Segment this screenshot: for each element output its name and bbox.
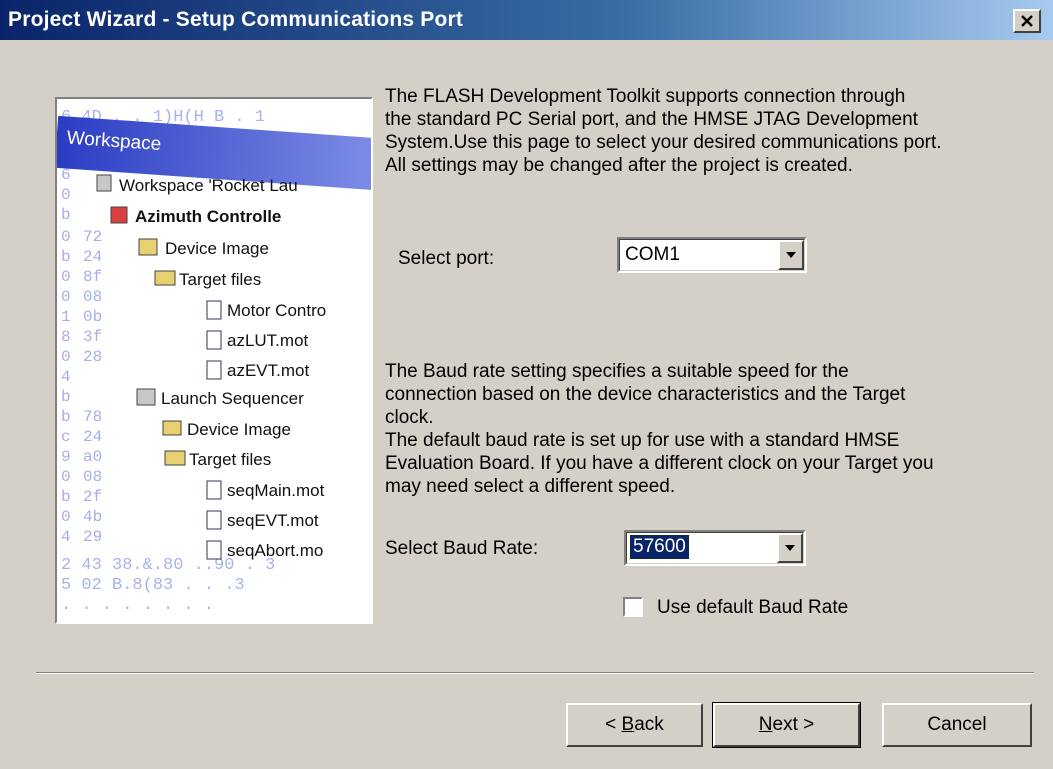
svg-text:9: 9 — [61, 448, 71, 466]
svg-text:29: 29 — [83, 528, 102, 546]
svg-text:0: 0 — [61, 228, 71, 246]
svg-text:0: 0 — [61, 468, 71, 486]
illustration-file2: azLUT.mot — [227, 331, 309, 350]
next-button[interactable]: Next > — [712, 702, 861, 748]
svg-text:b: b — [61, 488, 71, 506]
svg-text:0: 0 — [61, 508, 71, 526]
title-bar[interactable]: Project Wizard - Setup Communications Po… — [0, 0, 1053, 40]
port-select[interactable]: COM1 — [617, 237, 807, 273]
back-button-accesskey: B — [621, 714, 635, 735]
wizard-illustration: 6 4D . . 1)H(H B . 1 2 43 38.&.80 ..90 .… — [55, 97, 373, 624]
select-baud-label: Select Baud Rate: — [385, 538, 539, 559]
back-button-prefix: < — [605, 714, 622, 735]
cancel-button[interactable]: Cancel — [882, 703, 1032, 747]
svg-text:78: 78 — [83, 408, 102, 426]
next-button-label: ext > — [772, 714, 815, 735]
next-button-accesskey: N — [758, 714, 773, 735]
cancel-button-label: Cancel — [927, 714, 987, 735]
svg-text:4: 4 — [61, 528, 71, 546]
default-baud-label[interactable]: Use default Baud Rate — [657, 596, 848, 619]
illustration-file4: seqMain.mot — [227, 481, 325, 500]
illustration-root: Workspace 'Rocket Lau — [119, 176, 298, 195]
svg-text:b: b — [61, 248, 71, 266]
wizard-window: Project Wizard - Setup Communications Po… — [0, 0, 1053, 769]
svg-text:08: 08 — [83, 468, 102, 486]
illustration-project2: Launch Sequencer — [161, 389, 304, 408]
illustration-file5: seqEVT.mot — [227, 511, 319, 530]
default-baud-checkbox[interactable] — [623, 597, 643, 617]
baud-description: The Baud rate setting specifies a suitab… — [385, 361, 934, 497]
svg-text:8: 8 — [61, 328, 71, 346]
illustration-device-image2: Device Image — [187, 420, 291, 439]
svg-text:3f: 3f — [83, 328, 102, 346]
baud-dropdown-button[interactable] — [777, 533, 803, 563]
svg-text:b: b — [61, 408, 71, 426]
window-title: Project Wizard - Setup Communications Po… — [8, 8, 464, 31]
illustration-project1: Azimuth Controlle — [135, 207, 281, 226]
close-icon — [1021, 15, 1033, 27]
svg-text:b: b — [61, 388, 71, 406]
separator — [36, 672, 1034, 674]
port-dropdown-button[interactable] — [778, 240, 804, 270]
back-button-label: ack — [634, 714, 664, 735]
back-button[interactable]: < Back — [566, 703, 703, 747]
illustration-file6: seqAbort.mo — [227, 541, 323, 560]
svg-text:2f: 2f — [83, 488, 102, 506]
svg-text:4: 4 — [61, 368, 71, 386]
chevron-down-icon — [786, 252, 796, 258]
svg-text:24: 24 — [83, 248, 102, 266]
baud-rate-value: 57600 — [629, 534, 690, 560]
svg-text:8f: 8f — [83, 268, 102, 286]
svg-text:0b: 0b — [83, 308, 102, 326]
svg-text:0: 0 — [61, 186, 71, 204]
svg-text:1: 1 — [61, 308, 71, 326]
select-port-label: Select port: — [398, 248, 495, 269]
svg-text:. . . . . . . .: . . . . . . . . — [61, 596, 214, 615]
illustration-file3: azEVT.mot — [227, 361, 309, 380]
svg-text:5 02 B.8(83 . . .3: 5 02 B.8(83 . . .3 — [61, 576, 245, 595]
svg-text:0: 0 — [61, 268, 71, 286]
illustration-device-image: Device Image — [165, 239, 269, 258]
illustration-file1: Motor Contro — [227, 301, 326, 320]
svg-text:b: b — [61, 206, 71, 224]
svg-text:28: 28 — [83, 348, 102, 366]
svg-text:a0: a0 — [83, 448, 102, 466]
baud-rate-select[interactable]: 57600 — [624, 530, 806, 566]
svg-text:0: 0 — [61, 288, 71, 306]
chevron-down-icon — [785, 545, 795, 551]
svg-text:c: c — [61, 428, 71, 446]
svg-text:72: 72 — [83, 228, 102, 246]
svg-text:08: 08 — [83, 288, 102, 306]
port-value: COM1 — [625, 244, 680, 265]
illustration-target-files: Target files — [179, 270, 261, 289]
svg-text:24: 24 — [83, 428, 102, 446]
illustration-target-files2: Target files — [189, 450, 271, 469]
svg-text:4b: 4b — [83, 508, 102, 526]
intro-text: The FLASH Development Toolkit supports c… — [385, 86, 942, 176]
close-button[interactable] — [1013, 9, 1041, 33]
svg-text:0: 0 — [61, 348, 71, 366]
